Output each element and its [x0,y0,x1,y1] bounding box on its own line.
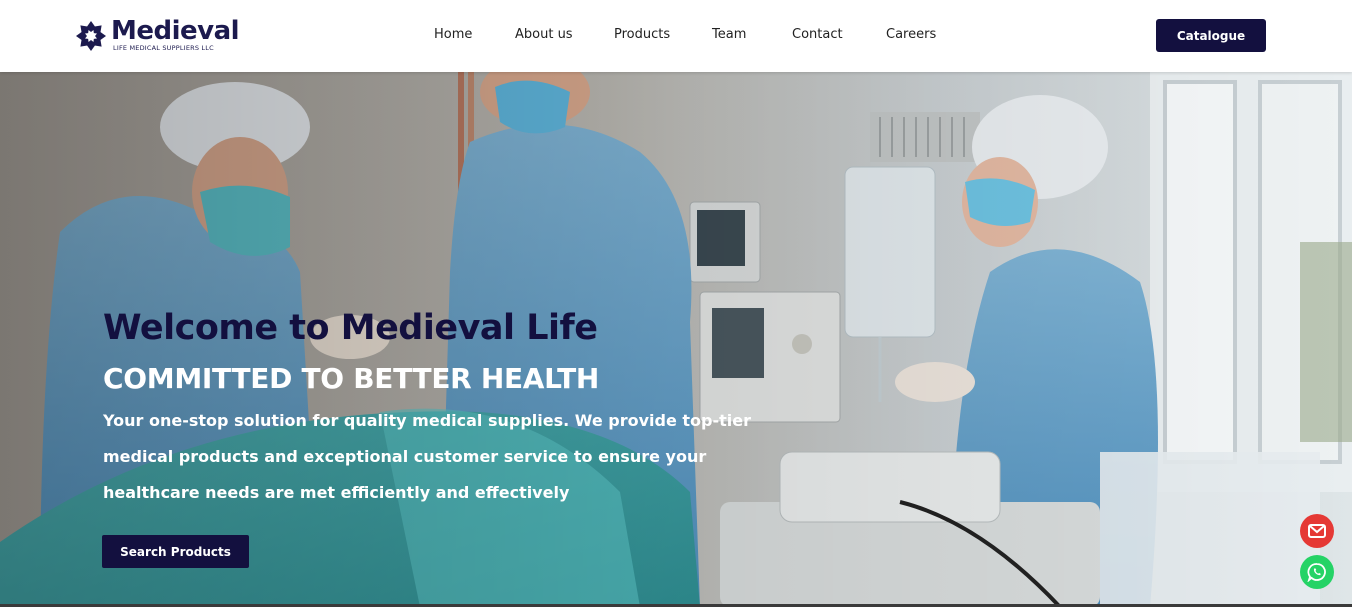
hero-subtitle: COMMITTED TO BETTER HEALTH [103,362,600,395]
nav-products-link[interactable]: Products [614,27,670,42]
nav-team-link[interactable]: Team [712,27,746,42]
hero-title: Welcome to Medieval Life [103,308,598,348]
brand-name: Medieval [111,16,240,46]
whatsapp-button[interactable] [1300,555,1334,589]
hero-description: Your one-stop solution for quality medic… [103,411,752,502]
nav-contact-link[interactable]: Contact [792,27,843,42]
nav-home-link[interactable]: Home [434,27,472,42]
whatsapp-icon [1307,563,1326,582]
mail-button[interactable] [1300,514,1334,548]
search-products-button[interactable]: Search Products [102,535,249,568]
brand-tagline: LIFE MEDICAL SUPPLIERS LLC [113,44,214,52]
nav-about-link[interactable]: About us [515,27,573,42]
catalogue-button[interactable]: Catalogue [1156,19,1266,52]
nav-careers-link[interactable]: Careers [886,27,936,42]
mail-icon [1308,524,1326,538]
flower-logo-icon [76,21,106,51]
site-header: Medieval LIFE MEDICAL SUPPLIERS LLC Home… [0,0,1352,72]
hero-section: Welcome to Medieval Life COMMITTED TO BE… [0,72,1352,607]
